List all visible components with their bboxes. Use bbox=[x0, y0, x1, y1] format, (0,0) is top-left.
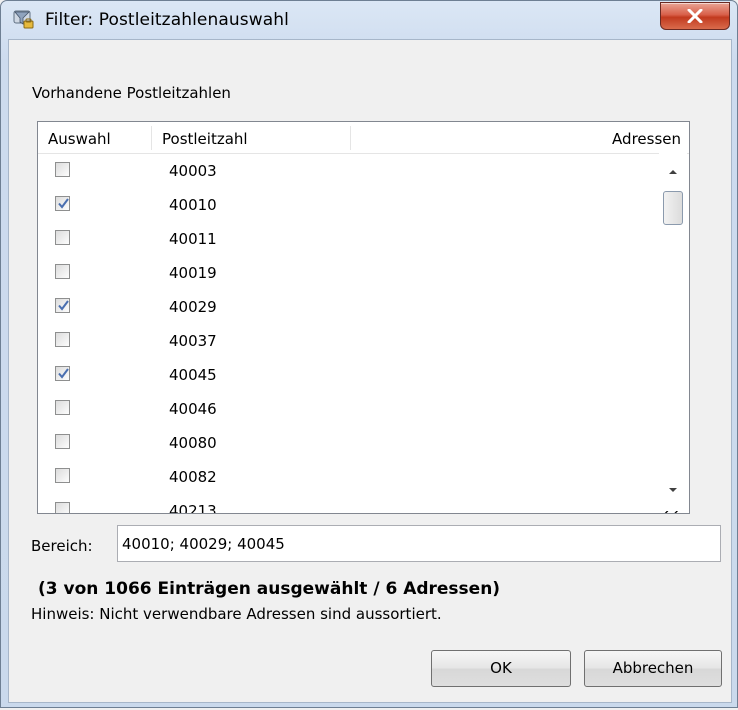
row-checkbox[interactable] bbox=[55, 264, 70, 279]
hint-text: Hinweis: Nicht verwendbare Adressen sind… bbox=[31, 605, 442, 623]
row-postcode: 40045 bbox=[169, 366, 217, 384]
row-checkbox[interactable] bbox=[55, 332, 70, 347]
list-row[interactable]: 400194 bbox=[38, 256, 689, 290]
list-row[interactable]: 400824 bbox=[38, 460, 689, 494]
row-postcode: 40046 bbox=[169, 400, 217, 418]
row-checkbox[interactable] bbox=[55, 468, 70, 483]
title-bar[interactable]: Filter: Postleitzahlenauswahl bbox=[1, 1, 737, 39]
list-row[interactable]: 400032 bbox=[38, 154, 689, 188]
row-postcode: 40019 bbox=[169, 264, 217, 282]
list-rows: 4000324001024001124001944002924003744004… bbox=[38, 154, 689, 514]
row-checkbox[interactable] bbox=[55, 434, 70, 449]
row-postcode: 40003 bbox=[169, 162, 217, 180]
checkmark-icon bbox=[58, 300, 69, 311]
row-checkbox[interactable] bbox=[55, 230, 70, 245]
row-postcode: 40213 bbox=[169, 502, 217, 514]
list-row[interactable]: 4021322 bbox=[38, 494, 689, 514]
list-row[interactable]: 400374 bbox=[38, 324, 689, 358]
row-checkbox[interactable] bbox=[55, 162, 70, 177]
row-postcode: 40037 bbox=[169, 332, 217, 350]
row-checkbox[interactable] bbox=[55, 298, 70, 313]
list-row[interactable]: 400462 bbox=[38, 392, 689, 426]
column-header-selection[interactable]: Auswahl bbox=[48, 130, 111, 148]
row-postcode: 40082 bbox=[169, 468, 217, 486]
checkmark-icon bbox=[58, 368, 69, 379]
scroll-down-button[interactable] bbox=[659, 479, 687, 501]
row-checkbox[interactable] bbox=[55, 400, 70, 415]
range-label: Bereich: bbox=[31, 537, 93, 555]
cancel-button[interactable]: Abbrechen bbox=[584, 650, 722, 687]
list-row[interactable]: 400102 bbox=[38, 188, 689, 222]
section-label: Vorhandene Postleitzahlen bbox=[32, 84, 231, 102]
column-header-postcode[interactable]: Postleitzahl bbox=[162, 130, 248, 148]
row-checkbox[interactable] bbox=[55, 366, 70, 381]
chevron-up-icon bbox=[669, 170, 677, 174]
list-row[interactable]: 400802 bbox=[38, 426, 689, 460]
close-button[interactable] bbox=[660, 2, 730, 30]
scroll-up-button[interactable] bbox=[659, 160, 687, 182]
filter-app-icon bbox=[11, 8, 35, 30]
ok-button[interactable]: OK bbox=[431, 650, 571, 687]
list-row[interactable]: 400112 bbox=[38, 222, 689, 256]
range-input[interactable]: 40010; 40029; 40045 bbox=[117, 525, 721, 562]
column-divider[interactable] bbox=[350, 126, 351, 150]
column-divider[interactable] bbox=[151, 126, 152, 150]
postcode-list[interactable]: Auswahl Postleitzahl Adressen 4000324001… bbox=[37, 121, 690, 514]
row-postcode: 40010 bbox=[169, 196, 217, 214]
selection-summary: (3 von 1066 Einträgen ausgewählt / 6 Adr… bbox=[38, 579, 501, 599]
column-header-addresses[interactable]: Adressen bbox=[612, 130, 681, 148]
list-scrollbar[interactable] bbox=[659, 152, 687, 511]
chevron-down-icon bbox=[669, 488, 677, 492]
row-checkbox[interactable] bbox=[55, 196, 70, 211]
window-title: Filter: Postleitzahlenauswahl bbox=[45, 10, 289, 30]
list-header: Auswahl Postleitzahl Adressen bbox=[38, 122, 689, 154]
checkmark-icon bbox=[58, 198, 69, 209]
close-icon bbox=[687, 9, 703, 23]
row-postcode: 40011 bbox=[169, 230, 217, 248]
scroll-thumb[interactable] bbox=[663, 191, 683, 225]
list-row[interactable]: 400292 bbox=[38, 290, 689, 324]
row-postcode: 40080 bbox=[169, 434, 217, 452]
list-row[interactable]: 400452 bbox=[38, 358, 689, 392]
row-postcode: 40029 bbox=[169, 298, 217, 316]
row-checkbox[interactable] bbox=[55, 502, 70, 513]
